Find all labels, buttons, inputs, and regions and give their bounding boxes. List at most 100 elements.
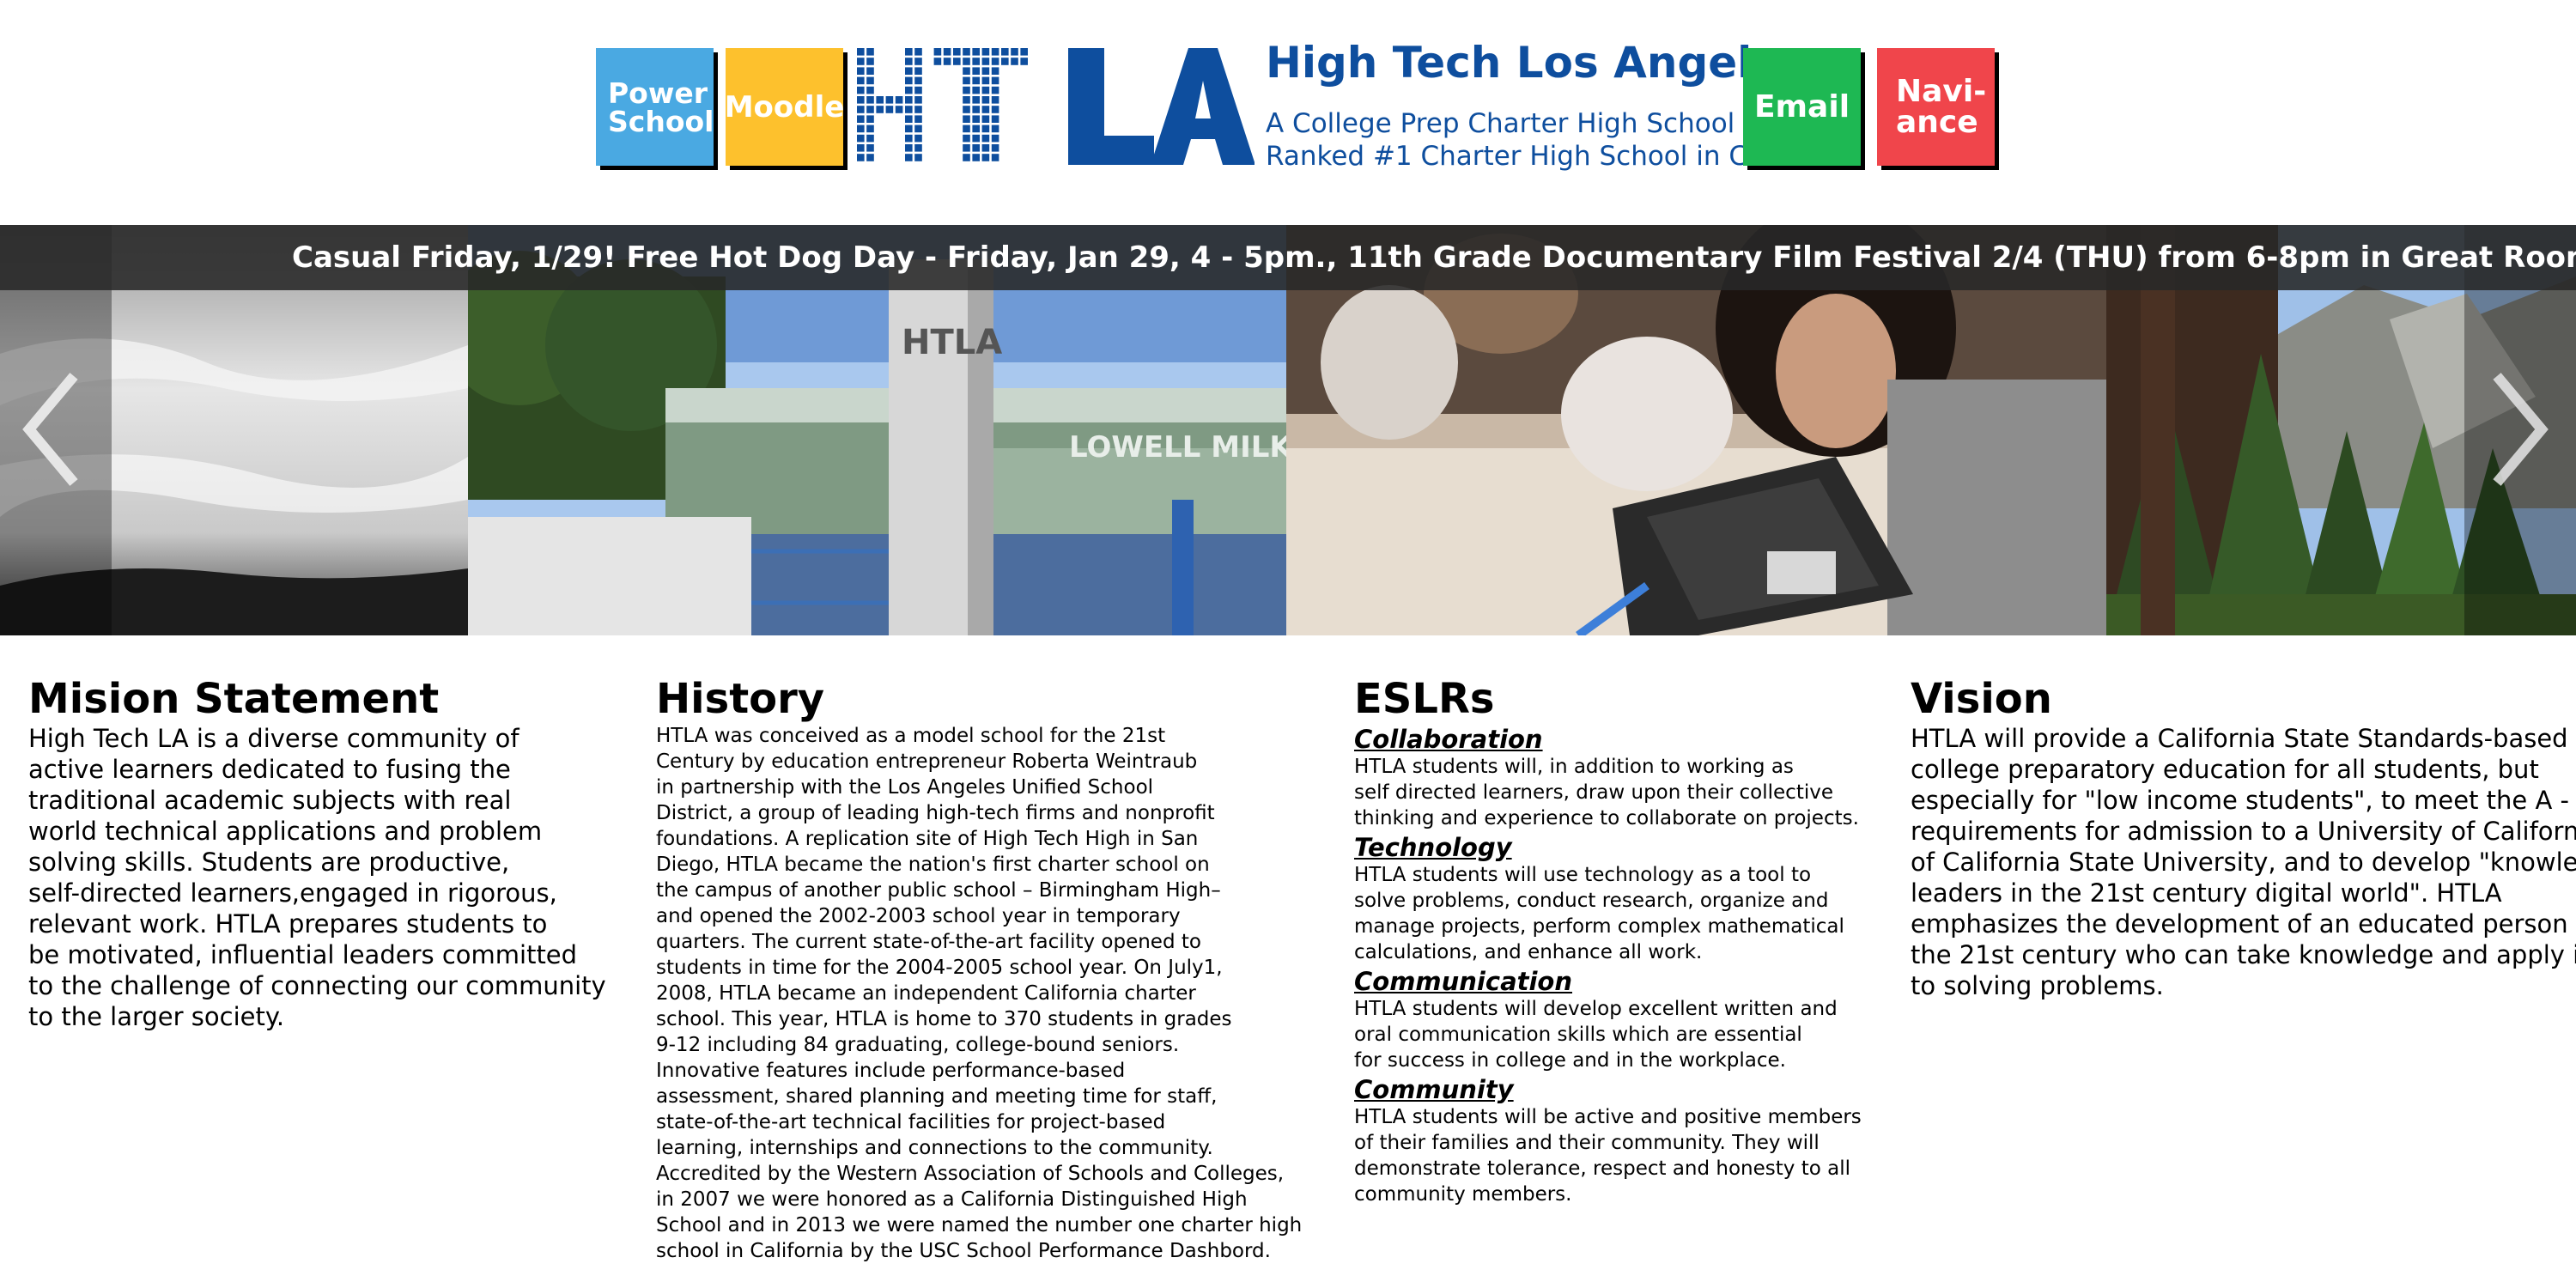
naviance-button[interactable]: Navi- ance bbox=[1877, 48, 1995, 166]
logo-dot bbox=[981, 86, 990, 94]
announcement-ticker: Casual Friday, 1/29! Free Hot Dog Day - … bbox=[0, 225, 2576, 290]
text-line: HTLA was conceived as a model school for… bbox=[656, 725, 1166, 747]
text-line: traditional academic subjects with real bbox=[28, 786, 512, 815]
powerschool-label-2: School bbox=[608, 104, 714, 138]
logo-dot bbox=[972, 96, 980, 104]
logo-dot bbox=[981, 76, 990, 85]
logo-dot bbox=[963, 96, 970, 104]
logo-dot bbox=[905, 134, 913, 143]
vision-section: Vision HTLA will provide a California St… bbox=[1911, 675, 2576, 1001]
text-line: calculations, and enhance all work. bbox=[1354, 941, 1703, 963]
logo-dot bbox=[943, 58, 951, 65]
text-line: community members. bbox=[1354, 1183, 1572, 1206]
tagline-college-prep: A College Prep Charter High School bbox=[1266, 108, 1735, 139]
logo-dot bbox=[981, 58, 990, 65]
logo-dot bbox=[914, 134, 922, 143]
logo-dot bbox=[857, 154, 865, 161]
logo-dot bbox=[963, 154, 970, 161]
logo-dot bbox=[991, 134, 999, 143]
logo-dot bbox=[972, 154, 980, 161]
logo-dot bbox=[981, 106, 990, 113]
vision-title: Vision bbox=[1911, 675, 2052, 723]
logo-dot bbox=[963, 115, 970, 123]
logo-dot bbox=[914, 76, 922, 85]
history-text: HTLA was conceived as a model school for… bbox=[656, 723, 1309, 1264]
vision-text: HTLA will provide a California State Sta… bbox=[1911, 723, 2576, 1001]
htla-logo[interactable] bbox=[855, 46, 1255, 167]
logo-dot bbox=[905, 76, 913, 85]
text-line: of their families and their community. T… bbox=[1354, 1132, 1820, 1154]
text-line: Diego, HTLA became the nation's first ch… bbox=[656, 854, 1210, 876]
moodle-button[interactable]: Moodle bbox=[725, 48, 844, 166]
ticker-text: Casual Friday, 1/29! Free Hot Dog Day - … bbox=[292, 240, 2576, 275]
text-line: state-of-the-art technical facilities fo… bbox=[656, 1111, 1166, 1133]
logo-dot bbox=[866, 144, 874, 152]
powerschool-button[interactable]: Power School bbox=[596, 48, 714, 166]
logo-dot bbox=[857, 144, 865, 152]
text-line: relevant work. HTLA prepares students to bbox=[28, 909, 548, 939]
logo-dot bbox=[991, 48, 999, 56]
logo-dot bbox=[866, 134, 874, 143]
chevron-left-icon[interactable] bbox=[21, 369, 81, 489]
logo-dot bbox=[857, 115, 865, 123]
text-line: Accredited by the Western Association of… bbox=[656, 1163, 1285, 1185]
logo-dot bbox=[866, 96, 874, 104]
logo-dot bbox=[991, 154, 999, 161]
email-button[interactable]: Email bbox=[1743, 48, 1861, 166]
tower-sign: HTLA bbox=[902, 323, 1002, 362]
logo-dot bbox=[885, 96, 894, 104]
logo-dot bbox=[914, 86, 922, 94]
logo-dot bbox=[905, 106, 913, 113]
logo-dot bbox=[963, 67, 970, 75]
chevron-right-icon[interactable] bbox=[2490, 369, 2550, 489]
logo-dot bbox=[972, 115, 980, 123]
school-name: High Tech Los Angeles bbox=[1266, 38, 1807, 88]
logo-dot bbox=[905, 67, 913, 75]
logo-dot bbox=[991, 96, 999, 104]
logo-dot bbox=[991, 86, 999, 94]
logo-dot bbox=[981, 115, 990, 123]
logo-dot bbox=[963, 125, 970, 133]
logo-dot bbox=[905, 96, 913, 104]
text-line: manage projects, perform complex mathema… bbox=[1354, 915, 1844, 938]
text-line: School and in 2013 we were named the num… bbox=[656, 1214, 1303, 1236]
text-line: HTLA will provide a California State Sta… bbox=[1911, 724, 2568, 753]
logo-dot bbox=[876, 106, 884, 113]
logo-dot bbox=[981, 125, 990, 133]
text-line: HTLA students will be active and positiv… bbox=[1354, 1106, 1862, 1128]
image-carousel: HTLA LOWELL MILKEN bbox=[0, 225, 2576, 635]
logo-dot bbox=[1011, 58, 1018, 65]
logo-dot bbox=[866, 86, 874, 94]
logo-dot bbox=[991, 144, 999, 152]
logo-dot bbox=[857, 134, 865, 143]
logo-dot bbox=[905, 58, 913, 65]
mission-text: High Tech LA is a diverse community of ac… bbox=[28, 723, 606, 1032]
logo-dot bbox=[972, 125, 980, 133]
logo-dot bbox=[972, 67, 980, 75]
logo-dot bbox=[953, 48, 961, 56]
text-line: self-directed learners,engaged in rigoro… bbox=[28, 878, 557, 908]
mission-title: Mision Statement bbox=[28, 675, 440, 723]
text-line: HTLA students will use technology as a t… bbox=[1354, 864, 1812, 886]
logo-dot bbox=[857, 106, 865, 113]
text-line: self directed learners, draw upon their … bbox=[1354, 781, 1833, 804]
text-line: 9-12 including 84 graduating, college-bo… bbox=[656, 1034, 1180, 1056]
logo-dot bbox=[943, 48, 951, 56]
logo-dot bbox=[866, 67, 874, 75]
eslrs-section: ESLRs Collaboration HTLA students will, … bbox=[1354, 675, 1878, 1207]
logo-dot bbox=[981, 134, 990, 143]
text-line: oral communication skills which are esse… bbox=[1354, 1024, 1802, 1046]
logo-dot bbox=[866, 115, 874, 123]
logo-dot bbox=[991, 115, 999, 123]
logo-dot bbox=[972, 106, 980, 113]
logo-dot bbox=[895, 96, 903, 104]
logo-dot bbox=[914, 154, 922, 161]
text-line: High Tech LA is a diverse community of bbox=[28, 724, 519, 753]
text-line: school in California by the USC School P… bbox=[656, 1240, 1271, 1262]
logo-dot bbox=[905, 125, 913, 133]
logo-dot bbox=[905, 86, 913, 94]
logo-dot bbox=[857, 125, 865, 133]
logo-dot bbox=[905, 115, 913, 123]
text-line: emphasizes the development of an educate… bbox=[1911, 909, 2576, 939]
eslr-title: Communication bbox=[1354, 967, 1573, 996]
